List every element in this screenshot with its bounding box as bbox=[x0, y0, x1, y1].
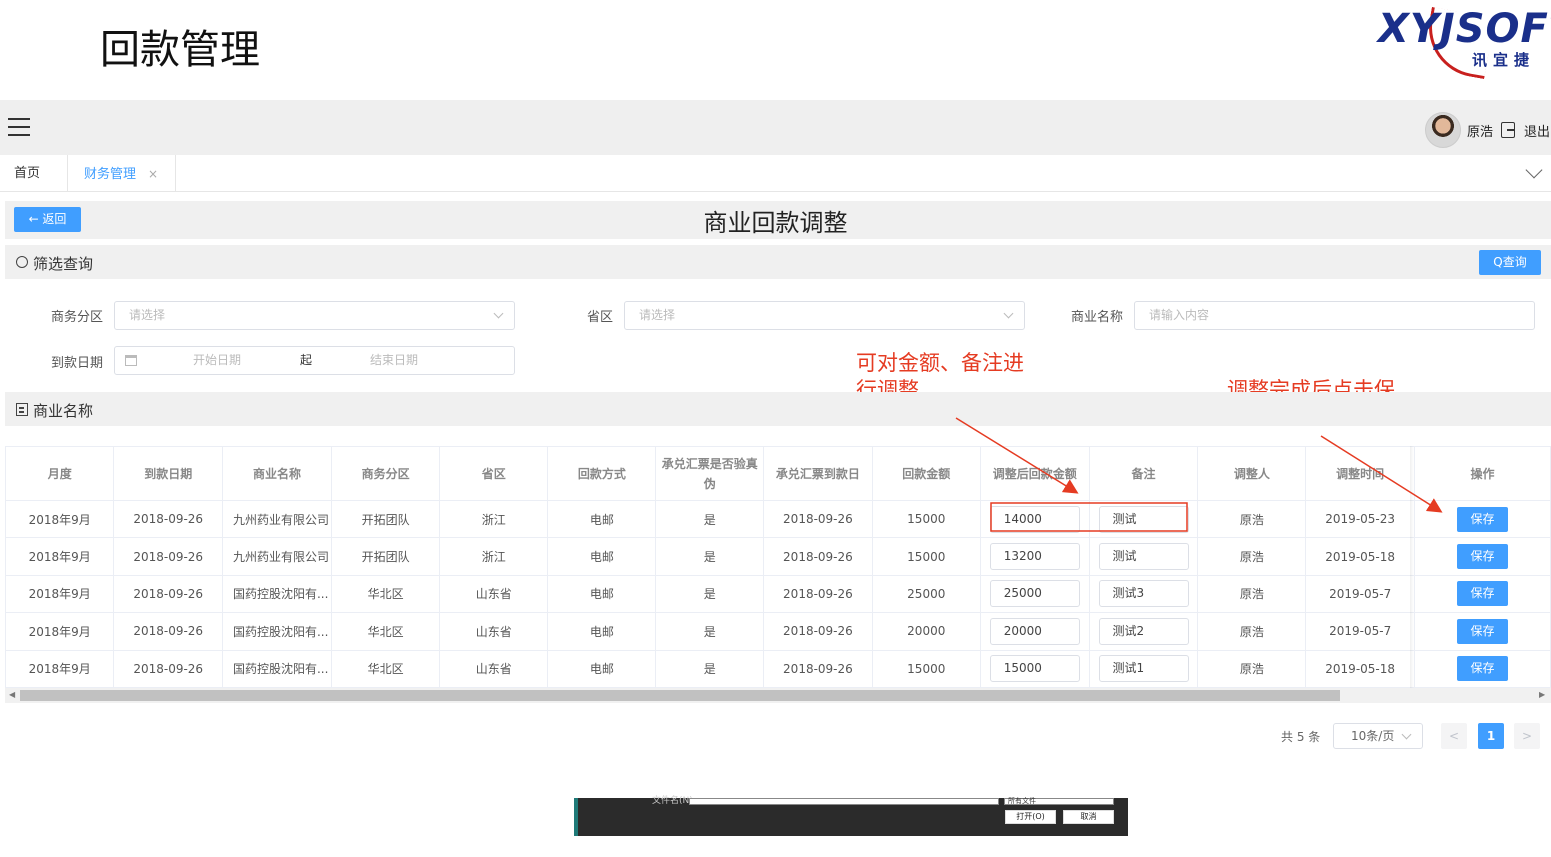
dialog-filter-select[interactable]: 所有文件 bbox=[1004, 798, 1114, 805]
pagination-total: 共 5 条 bbox=[1281, 730, 1321, 744]
scroll-left-icon[interactable]: ◀ bbox=[9, 690, 15, 699]
dialog-cancel-button[interactable]: 取消 bbox=[1063, 810, 1114, 824]
scroll-right-icon[interactable]: ▶ bbox=[1539, 690, 1545, 699]
annotation-arrow-save bbox=[1320, 435, 1443, 513]
next-page-button[interactable]: > bbox=[1514, 723, 1540, 749]
prev-page-button[interactable]: < bbox=[1441, 723, 1467, 749]
dialog-accent bbox=[574, 798, 578, 836]
annotation-arrow-adjust bbox=[955, 417, 1079, 494]
scrollbar-thumb[interactable] bbox=[20, 690, 1340, 701]
page-size-value: 10条/页 bbox=[1351, 729, 1395, 743]
chevron-down-icon bbox=[1401, 729, 1412, 740]
highlight-box bbox=[990, 502, 1188, 532]
page-1-button[interactable]: 1 bbox=[1478, 723, 1504, 749]
page-size-select[interactable]: 10条/页 bbox=[1333, 723, 1423, 749]
dialog-open-button[interactable]: 打开(O) bbox=[1005, 810, 1056, 824]
dialog-filename-field[interactable] bbox=[689, 798, 999, 805]
